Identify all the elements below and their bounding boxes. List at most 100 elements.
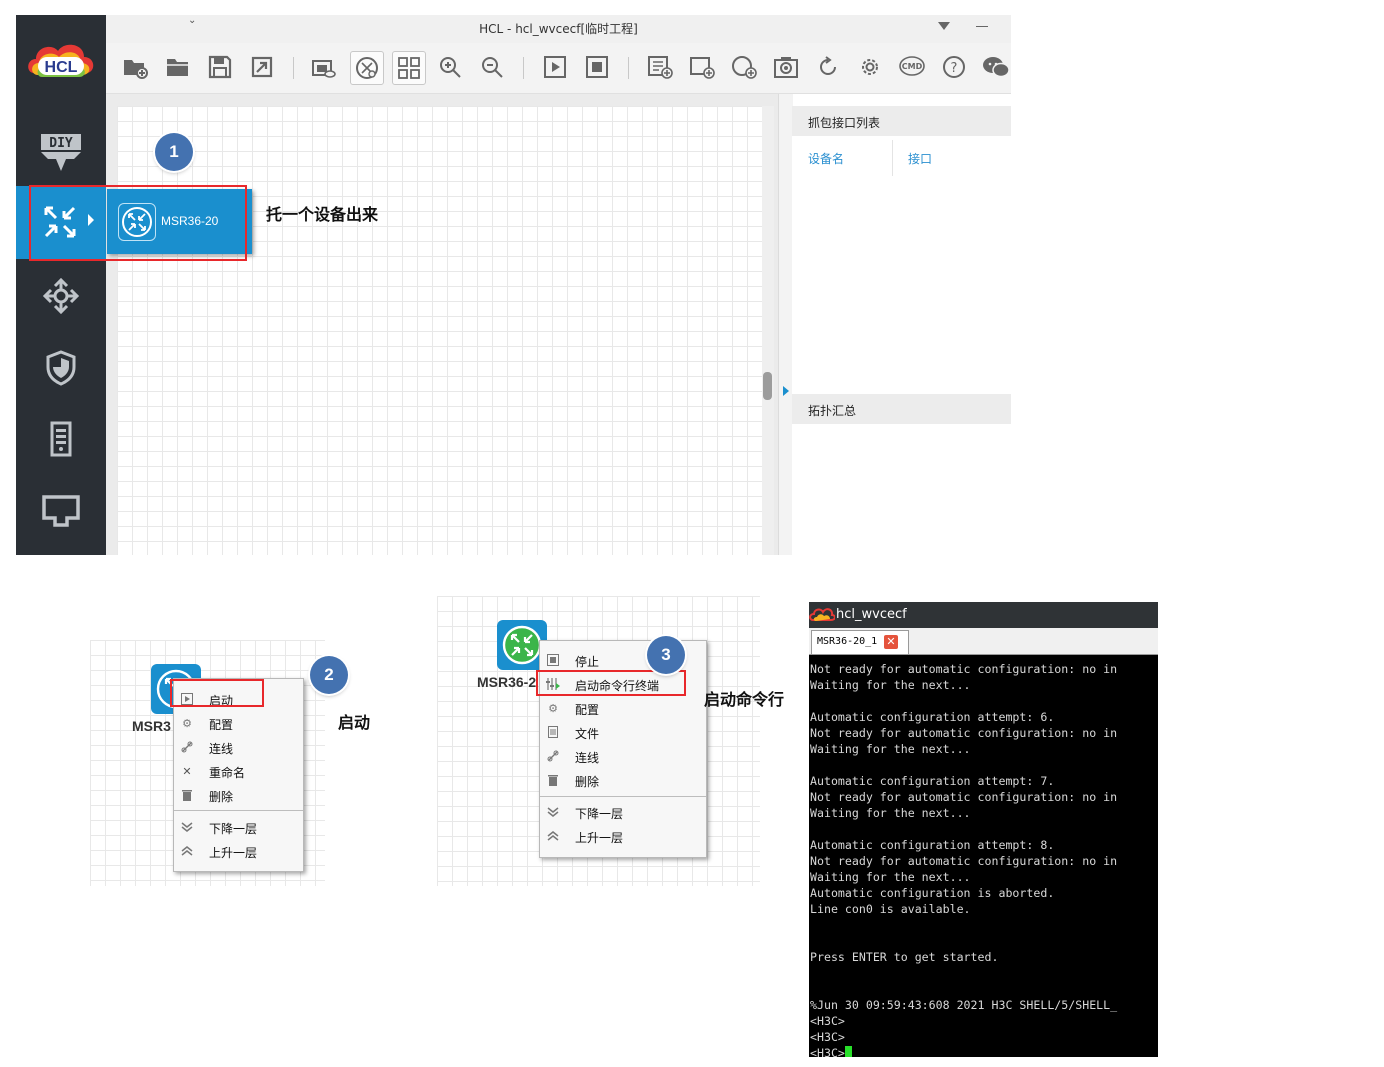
chevron-down-icon (180, 820, 194, 834)
screenshot-icon[interactable] (308, 51, 340, 83)
menu-item-delete[interactable]: 删除 (540, 768, 706, 792)
terminal-line: Automatic configuration attempt: 7. (810, 774, 1055, 788)
panel-collapse-bar[interactable] (778, 94, 793, 555)
terminal-line: Waiting for the next... (810, 870, 971, 884)
menu-item-label: 连线 (575, 751, 600, 765)
menu-item-file[interactable]: 文件 (540, 720, 706, 744)
switch-icon[interactable] (42, 277, 80, 315)
minimize-icon[interactable] (976, 26, 988, 27)
column-interface[interactable]: 接口 (908, 150, 932, 167)
window-title: HCL - hcl_wvcecf[临时工程] (479, 22, 638, 36)
add-shape-icon[interactable] (686, 51, 718, 83)
step-badge-2: 2 (310, 656, 348, 694)
terminal-title-bar: hcl_wvcecf (809, 602, 1158, 628)
column-device-name[interactable]: 设备名 (808, 150, 844, 167)
export-icon[interactable] (246, 51, 278, 83)
wechat-icon[interactable] (980, 51, 1012, 83)
menu-item-label: 上升一层 (575, 831, 624, 845)
help-icon[interactable]: ? (938, 51, 970, 83)
import-log-icon[interactable] (644, 51, 676, 83)
close-icon[interactable]: ✕ (884, 635, 898, 649)
sidebar-item-diy[interactable]: DIY (38, 131, 84, 177)
grid-view-icon[interactable] (392, 51, 426, 85)
cmd-icon[interactable]: CMD (896, 51, 928, 83)
zoom-out-icon[interactable] (476, 51, 508, 83)
diy-icon: DIY (41, 134, 81, 171)
menu-item-label: 下降一层 (209, 822, 258, 836)
terminal-line: Waiting for the next... (810, 806, 971, 820)
trash-icon (546, 773, 560, 787)
menu-item-label: 文件 (575, 727, 600, 741)
collapse-arrow-icon[interactable] (783, 386, 789, 396)
start-all-icon[interactable] (539, 51, 571, 83)
rename-icon: ✕ (182, 764, 192, 778)
step-badge-3: 3 (647, 636, 685, 674)
stop-all-icon[interactable] (581, 51, 613, 83)
new-project-icon[interactable] (119, 51, 151, 83)
terminal-line: Waiting for the next... (810, 678, 971, 692)
context-menu-stopped: 启动 ⚙ 配置 连线 ✕ 重命名 删除 下降一层 上升一层 (173, 678, 304, 872)
menu-item-label: 删除 (209, 790, 234, 804)
terminal-prompt-line[interactable]: <H3C> (810, 1045, 1159, 1057)
menu-item-label: 连线 (209, 742, 234, 756)
step3-device-label[interactable]: MSR36-2 (477, 674, 536, 690)
terminal-cursor (844, 1046, 852, 1057)
canvas-vertical-scrollbar[interactable] (762, 106, 774, 555)
terminal-window-title: hcl_wvcecf (836, 607, 907, 622)
title-drag-chevron-icon[interactable]: ⌄ (188, 15, 196, 26)
firewall-shield-icon[interactable] (45, 350, 77, 386)
terminal-tab-label: MSR36-20_1 (817, 636, 878, 647)
refresh-icon[interactable] (812, 51, 844, 83)
menu-item-label: 删除 (575, 775, 600, 789)
show-hide-icon[interactable] (350, 51, 384, 85)
topology-canvas[interactable] (117, 106, 762, 555)
settings-icon[interactable] (854, 51, 886, 83)
open-folder-icon[interactable] (162, 51, 194, 83)
column-divider (892, 140, 893, 176)
capture-list-title: 抓包接口列表 (808, 116, 881, 130)
terminal-line: Not ready for automatic configuration: n… (810, 662, 1118, 676)
menu-item-label: 重命名 (209, 766, 246, 780)
zoom-in-icon[interactable] (434, 51, 466, 83)
terminal-line: Not ready for automatic configuration: n… (810, 854, 1118, 868)
add-text-icon[interactable] (728, 51, 760, 83)
camera-icon[interactable] (770, 51, 802, 83)
menu-item-delete[interactable]: 删除 (174, 783, 303, 807)
terminal-line: Line con0 is available. (810, 902, 971, 916)
scrollbar-thumb[interactable] (763, 372, 772, 400)
hcl-logo: HCL (24, 39, 98, 85)
menu-item-rename[interactable]: ✕ 重命名 (174, 759, 303, 783)
terminal-icon[interactable] (41, 494, 81, 528)
terminal-output[interactable]: Not ready for automatic configuration: n… (810, 661, 1159, 1057)
menu-item-configure[interactable]: ⚙ 配置 (540, 696, 706, 720)
terminal-prompt: <H3C> (810, 1046, 845, 1057)
save-icon[interactable] (204, 51, 236, 83)
step-badge-1: 1 (155, 133, 193, 171)
server-icon[interactable] (49, 421, 73, 457)
terminal-line: %Jun 30 09:59:43:608 2021 H3C SHELL/5/SH… (810, 998, 1118, 1012)
right-panel: 抓包接口列表 设备名 接口 拓扑汇总 (792, 106, 1011, 555)
menu-item-connect[interactable]: 连线 (540, 744, 706, 768)
step2-device-label[interactable]: MSR3 (132, 718, 171, 734)
terminal-lines: Not ready for automatic configuration: n… (810, 661, 1159, 1045)
menu-item-configure[interactable]: ⚙ 配置 (174, 711, 303, 735)
menu-item-label: 配置 (575, 703, 600, 717)
highlight-box-step2 (170, 679, 264, 707)
terminal-line: Automatic configuration is aborted. (810, 886, 1055, 900)
menu-item-connect[interactable]: 连线 (174, 735, 303, 759)
terminal-line: Press ENTER to get started. (810, 950, 999, 964)
topology-summary-title: 拓扑汇总 (808, 404, 857, 418)
menu-item-move-down[interactable]: 下降一层 (540, 800, 706, 824)
terminal-tab[interactable]: MSR36-20_1 ✕ (811, 630, 909, 654)
menu-item-move-up[interactable]: 上升一层 (174, 839, 303, 863)
menu-dropdown-icon[interactable] (938, 22, 950, 30)
chevron-up-icon (546, 829, 560, 843)
terminal-line: <H3C> (810, 1030, 845, 1044)
menu-item-move-down[interactable]: 下降一层 (174, 815, 303, 839)
menu-item-move-up[interactable]: 上升一层 (540, 824, 706, 848)
